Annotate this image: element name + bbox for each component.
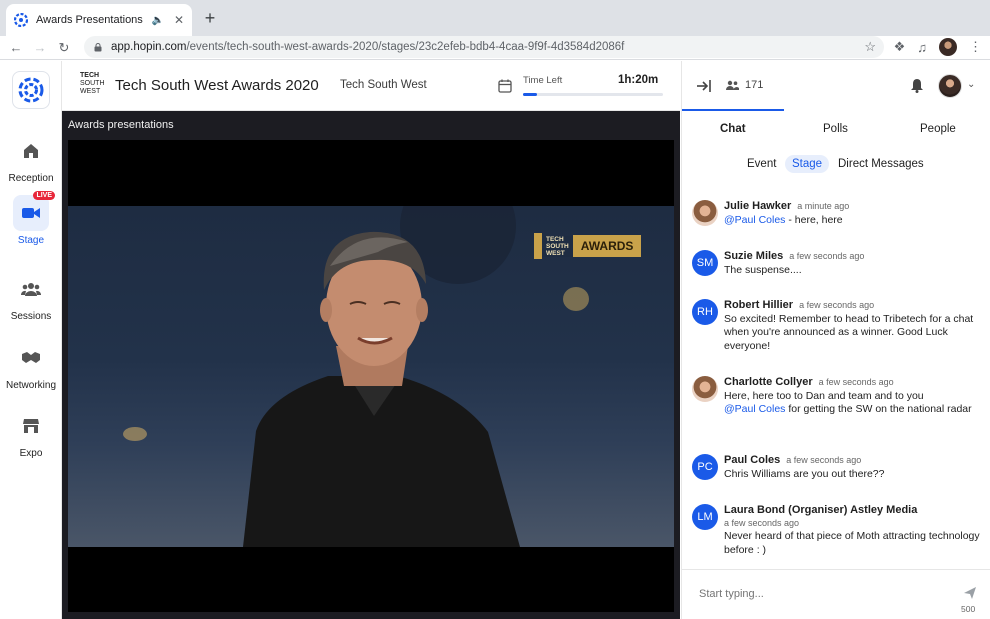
rail-label-reception: Reception xyxy=(8,173,54,184)
rail-label-stage: Stage xyxy=(17,235,45,246)
url-path: /events/tech-south-west-awards-2020/stag… xyxy=(186,41,625,53)
stage-title: Awards presentations xyxy=(68,119,174,131)
new-tab-button[interactable]: + xyxy=(200,8,220,29)
rail-label-expo: Expo xyxy=(19,448,43,459)
browser-nav-bar: ← → ↻ app.hopin.com/events/tech-south-we… xyxy=(0,36,990,60)
live-badge: LIVE xyxy=(33,191,55,200)
message-text: Never heard of that piece of Moth attrac… xyxy=(724,530,980,556)
reload-icon[interactable]: ↻ xyxy=(52,40,76,56)
close-tab-icon[interactable]: ✕ xyxy=(174,13,184,27)
message-text: Here, here too to Dan and team and to yo… xyxy=(724,389,924,402)
rail-label-networking: Networking xyxy=(5,380,57,391)
tab-chat[interactable]: Chat xyxy=(720,123,746,135)
message-time: a few seconds ago xyxy=(789,251,865,261)
back-arrow-icon[interactable]: ← xyxy=(4,40,28,55)
chevron-down-icon[interactable]: ⌄ xyxy=(967,79,975,90)
rail-item-reception[interactable]: Reception xyxy=(0,133,62,184)
calendar-icon[interactable] xyxy=(498,79,512,93)
message-avatar[interactable] xyxy=(692,376,718,402)
message-text: - here, here xyxy=(785,213,843,226)
extensions-puzzle-icon[interactable]: ❖ xyxy=(894,39,906,55)
stage-area: Awards presentations TECH SOUTH WEST AWA… xyxy=(62,111,680,619)
media-queue-icon[interactable]: ♫ xyxy=(917,40,927,55)
message-author[interactable]: Charlotte Collyer xyxy=(724,376,813,388)
lock-icon xyxy=(94,42,102,51)
tab-title: Awards Presentations xyxy=(36,14,143,26)
message-avatar[interactable]: SM xyxy=(692,250,718,276)
message-time: a few seconds ago xyxy=(799,300,875,310)
rail-item-sessions[interactable]: Sessions xyxy=(0,271,62,322)
message-avatar[interactable] xyxy=(692,200,718,226)
message-avatar[interactable]: RH xyxy=(692,299,718,325)
chat-input-bar: 500 xyxy=(682,569,990,619)
handshake-icon xyxy=(13,340,49,376)
time-left-value: 1h:20m xyxy=(618,74,659,86)
tab-polls[interactable]: Polls xyxy=(823,123,848,135)
rail-item-stage[interactable]: LIVE Stage xyxy=(0,191,62,246)
send-icon[interactable] xyxy=(963,586,977,600)
subtab-event[interactable]: Event xyxy=(747,158,776,170)
attendee-count[interactable]: 171 xyxy=(726,79,763,91)
event-title: Tech South West Awards 2020 xyxy=(115,77,319,94)
message-text: Chris Williams are you out there?? xyxy=(724,467,885,480)
left-navigation-rail: Reception LIVE Stage Sessions Networking… xyxy=(0,61,62,619)
attendee-count-value: 171 xyxy=(745,79,764,91)
message-time: a few seconds ago xyxy=(818,377,894,387)
hopin-logo[interactable] xyxy=(12,71,50,109)
message-text: The suspense.... xyxy=(724,263,802,276)
chat-message-input[interactable] xyxy=(699,588,919,600)
chat-panel: Chat Polls People Event Stage Direct Mes… xyxy=(681,111,990,619)
message-author[interactable]: Suzie Miles xyxy=(724,250,783,262)
browser-menu-icon[interactable]: ⋮ xyxy=(969,39,982,55)
message-time: a few seconds ago xyxy=(724,517,800,528)
message-text: So excited! Remember to head to Tribetec… xyxy=(724,312,974,352)
user-avatar[interactable] xyxy=(938,74,962,98)
message-time: a minute ago xyxy=(797,201,850,211)
subtab-direct-messages[interactable]: Direct Messages xyxy=(838,158,924,170)
message-avatar[interactable]: PC xyxy=(692,454,718,480)
message-time: a few seconds ago xyxy=(786,455,862,465)
event-organiser[interactable]: Tech South West xyxy=(340,79,427,91)
hopin-logo-icon xyxy=(18,77,44,103)
collapse-panel-icon[interactable] xyxy=(696,79,712,93)
right-panel-header: 171 ⌄ xyxy=(681,61,990,111)
time-left-label: Time Left xyxy=(523,75,563,86)
message-author[interactable]: Robert Hillier xyxy=(724,299,793,311)
attendees-icon xyxy=(726,80,739,90)
hopin-favicon-icon xyxy=(14,13,28,27)
tech-south-west-awards-sign: TECH SOUTH WEST AWARDS xyxy=(534,233,642,259)
forward-arrow-icon[interactable]: → xyxy=(28,40,52,55)
browser-tab[interactable]: Awards Presentations 🔈 ✕ xyxy=(6,4,192,36)
store-icon xyxy=(13,408,49,444)
time-left-progress xyxy=(523,93,663,96)
home-icon xyxy=(13,133,49,169)
browser-tab-bar: Awards Presentations 🔈 ✕ + xyxy=(0,0,990,36)
address-bar[interactable]: app.hopin.com/events/tech-south-west-awa… xyxy=(84,36,884,58)
rail-label-sessions: Sessions xyxy=(10,311,52,322)
url-host: app.hopin.com xyxy=(111,41,187,53)
stage-video-player[interactable]: TECH SOUTH WEST AWARDS xyxy=(68,140,674,612)
message-author[interactable]: Julie Hawker xyxy=(724,200,791,212)
message-author[interactable]: Paul Coles xyxy=(724,454,780,466)
event-logo[interactable]: TECH SOUTH WEST xyxy=(80,72,106,100)
character-limit: 500 xyxy=(961,604,976,614)
message-mention[interactable]: @Paul Coles xyxy=(724,214,785,226)
subtab-stage[interactable]: Stage xyxy=(785,155,830,173)
video-camera-icon: LIVE xyxy=(13,191,55,231)
video-frame: TECH SOUTH WEST AWARDS xyxy=(68,206,674,547)
message-author[interactable]: Laura Bond (Organiser) Astley Media xyxy=(724,504,917,516)
rail-item-networking[interactable]: Networking xyxy=(0,340,62,391)
notification-bell-icon[interactable] xyxy=(910,78,924,93)
message-avatar[interactable]: LM xyxy=(692,504,718,530)
bookmark-star-icon[interactable]: ☆ xyxy=(864,39,876,55)
time-left-progress-fill xyxy=(523,93,537,96)
tab-people[interactable]: People xyxy=(920,123,956,135)
message-text-continued: for getting the SW on the national radar xyxy=(785,403,972,415)
speaker-icon[interactable]: 🔈 xyxy=(151,15,163,26)
rail-item-expo[interactable]: Expo xyxy=(0,408,62,459)
event-header: TECH SOUTH WEST Tech South West Awards 2… xyxy=(62,61,680,111)
message-mention[interactable]: @Paul Coles xyxy=(724,403,785,415)
people-group-icon xyxy=(13,271,49,307)
browser-profile-avatar[interactable] xyxy=(939,38,957,56)
